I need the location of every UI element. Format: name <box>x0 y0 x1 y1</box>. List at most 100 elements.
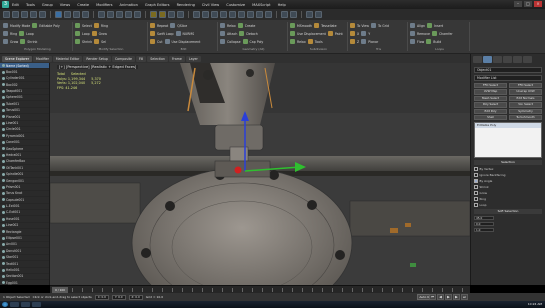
ribbon-tool-icon[interactable] <box>410 39 415 44</box>
ribbon-tool-icon[interactable] <box>94 39 100 44</box>
ribbon-tool-label[interactable]: Tools <box>315 40 323 44</box>
ribbon-tool-icon[interactable] <box>220 31 225 36</box>
ribbon-group-title[interactable]: Geometry (All) <box>220 47 287 51</box>
ribbon-group-title[interactable]: Subdivision <box>290 47 347 51</box>
option-checkbox[interactable] <box>474 167 478 171</box>
ribbon-tool-label[interactable]: Select <box>82 24 92 28</box>
viewport-tab[interactable]: Material Editor <box>52 55 83 62</box>
option-checkbox[interactable] <box>474 197 478 201</box>
play-button[interactable]: ▶ <box>445 294 452 300</box>
viewport-tab[interactable]: Render Setup <box>83 55 111 62</box>
ribbon-tool-icon[interactable] <box>314 23 320 28</box>
ribbon-tool-label[interactable]: Use Displacement <box>297 32 326 36</box>
ribbon-tool-icon[interactable] <box>3 39 8 44</box>
hierarchy-tab[interactable] <box>493 56 502 63</box>
modifier-button[interactable]: Edit Poly <box>474 108 507 114</box>
ribbon-tool-label[interactable]: X <box>357 32 359 36</box>
x-coordinate-field[interactable]: X: 0.0 <box>94 294 109 300</box>
ribbon-tool-label[interactable]: Create <box>245 24 256 28</box>
ribbon-tool-label[interactable]: Z <box>357 40 359 44</box>
ribbon-tool-label[interactable]: To Grid <box>378 24 389 28</box>
menu-views[interactable]: Views <box>60 3 70 7</box>
move-icon[interactable] <box>98 11 105 18</box>
close-button[interactable]: × <box>534 1 542 7</box>
named-selection-icon[interactable] <box>281 11 288 18</box>
menu-graph-editors[interactable]: Graph Editors <box>145 3 170 7</box>
modifier-button[interactable]: Edit Normals <box>509 95 542 102</box>
rollout-soft-selection-header[interactable]: Soft Selection <box>474 209 542 215</box>
render-setup-icon[interactable] <box>247 11 254 18</box>
maximize-button[interactable]: □ <box>524 1 532 7</box>
rectangle-selection-icon[interactable] <box>73 11 80 18</box>
menu-edit[interactable]: Edit <box>12 3 19 7</box>
ribbon-tool-icon[interactable] <box>350 31 355 36</box>
rendered-frame-icon[interactable] <box>256 11 263 18</box>
undo-icon[interactable] <box>3 11 10 18</box>
ribbon-tool-label[interactable]: Flow <box>417 40 424 44</box>
ribbon-tool-label[interactable]: Collapse <box>227 40 241 44</box>
utilities-tab[interactable] <box>523 56 532 63</box>
angle-snap-icon[interactable] <box>159 11 166 18</box>
modifier-button[interactable]: Symmetry <box>509 108 542 114</box>
unlink-icon[interactable] <box>30 11 37 18</box>
start-button[interactable] <box>2 302 8 307</box>
ribbon-tool-icon[interactable] <box>170 23 176 28</box>
ribbon-tool-label[interactable]: Tessellate <box>321 24 337 28</box>
ribbon-tool-icon[interactable] <box>91 31 97 36</box>
select-link-icon[interactable] <box>21 11 28 18</box>
viewport-tab[interactable]: Composite <box>111 55 135 62</box>
ribbon-tool-icon[interactable] <box>431 31 437 36</box>
viewport-label[interactable]: [+] [Perspective] [Realistic + Edged Fac… <box>57 65 139 69</box>
explorer-taskbar-icon[interactable] <box>10 302 19 307</box>
ribbon-tool-label[interactable]: Align <box>417 24 425 28</box>
ribbon-tool-label[interactable]: Modify Mode <box>10 24 30 28</box>
ribbon-tool-icon[interactable] <box>290 31 295 36</box>
ribbon-tool-icon[interactable] <box>290 39 295 44</box>
modifier-button[interactable]: Vol. Select <box>509 102 542 108</box>
menu-maxscript[interactable]: MAXScript <box>252 3 270 7</box>
ribbon-tool-label[interactable]: Cut <box>157 40 163 44</box>
ribbon-tool-icon[interactable] <box>220 23 225 28</box>
ribbon-tool-icon[interactable] <box>3 23 8 28</box>
ribbon-tool-label[interactable]: Planar <box>368 40 378 44</box>
ribbon-tool-label[interactable]: QSlice <box>177 24 187 28</box>
scene-list-item[interactable]: Egg001 <box>0 280 49 285</box>
ribbon-tool-label[interactable]: Repeat <box>157 24 168 28</box>
display-tab[interactable] <box>513 56 522 63</box>
render-icon[interactable] <box>265 11 272 18</box>
modifier-button[interactable]: Shell <box>474 114 507 121</box>
select-object-icon[interactable] <box>55 11 62 18</box>
ribbon-tool-label[interactable]: Relax <box>297 40 306 44</box>
goto-end-button[interactable]: ⏭ <box>461 294 468 300</box>
ribbon-tool-label[interactable]: Loop <box>26 32 34 36</box>
menu-civil-view[interactable]: Civil View <box>202 3 219 7</box>
ribbon-group-title[interactable]: Tris <box>350 47 407 51</box>
align-icon[interactable] <box>202 11 209 18</box>
schematic-icon[interactable] <box>229 11 236 18</box>
ribbon-tool-icon[interactable] <box>20 39 26 44</box>
ribbon-tool-label[interactable]: Cap Poly <box>250 40 264 44</box>
menu-customize[interactable]: Customize <box>226 3 245 7</box>
goto-start-button[interactable]: ⏮ <box>429 294 436 300</box>
reference-coordinate-icon[interactable] <box>125 11 132 18</box>
ribbon-tool-icon[interactable] <box>370 23 376 28</box>
option-checkbox[interactable] <box>474 173 478 177</box>
ribbon-tool-icon[interactable] <box>220 39 225 44</box>
pivot-icon[interactable] <box>134 11 141 18</box>
viewport-tab[interactable]: Layer <box>185 55 201 62</box>
ribbon-tool-icon[interactable] <box>3 31 8 36</box>
viewport-tab[interactable]: Scene Explorer <box>2 55 33 62</box>
rotate-icon[interactable] <box>107 11 114 18</box>
graphite-icon[interactable] <box>290 11 297 18</box>
browser-taskbar-icon[interactable] <box>21 302 30 307</box>
value-spinner[interactable]: 1.0 <box>474 227 494 233</box>
ribbon-tool-label[interactable]: Build <box>433 40 441 44</box>
ribbon-tool-icon[interactable] <box>150 39 155 44</box>
app-icon[interactable]: 3 <box>2 1 9 8</box>
ribbon-tool-icon[interactable] <box>327 31 333 36</box>
menu-tools[interactable]: Tools <box>26 3 35 7</box>
ribbon-tool-icon[interactable] <box>410 31 415 36</box>
create-tab[interactable] <box>473 56 482 63</box>
modifier-button[interactable]: UVW Map <box>474 89 507 95</box>
menu-help[interactable]: Help <box>278 3 286 7</box>
